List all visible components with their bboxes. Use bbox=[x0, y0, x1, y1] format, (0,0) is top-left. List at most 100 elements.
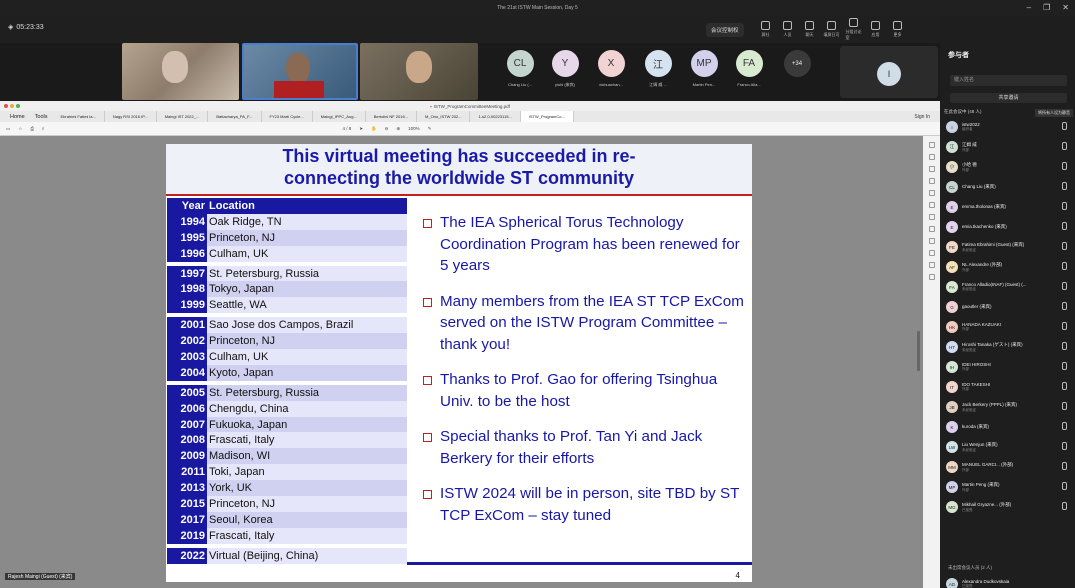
participant-item[interactable]: HK HANADA KAZUAKI 外部 bbox=[946, 317, 1071, 337]
doc-tab[interactable]: FY23 Martí Cycle... bbox=[262, 111, 313, 122]
participant-item[interactable]: AD Alexandra Dudkovskaia 已接受 bbox=[946, 574, 1071, 588]
participant-item[interactable]: MM MANUEL GARCI... (外部) 外部 bbox=[946, 457, 1071, 477]
doc-tab[interactable]: M_Ono_ISTW 202... bbox=[417, 111, 471, 122]
maximize-icon[interactable]: ❐ bbox=[1043, 3, 1050, 12]
attendee-avatar-3[interactable]: 江江姆 威 ... bbox=[643, 50, 673, 88]
doc-tab[interactable]: Bertolini NF 2016... bbox=[366, 111, 418, 122]
doc-tab[interactable]: Ebrahimi Fatimi la... bbox=[53, 111, 105, 122]
zoom-in-icon[interactable]: ⊕ bbox=[396, 126, 400, 132]
participant-role: 未经验证 bbox=[962, 447, 976, 452]
participant-item[interactable]: 小小哈 德外部 bbox=[946, 157, 1071, 177]
tool-icon[interactable] bbox=[928, 166, 935, 172]
doc-tab-active[interactable]: ISTW_ProgramCo... bbox=[520, 111, 574, 122]
hand-tool-icon[interactable]: ✋ bbox=[371, 126, 377, 132]
participant-item[interactable]: Iistw2022 组织者 bbox=[946, 117, 1071, 137]
close-dot[interactable] bbox=[4, 104, 8, 108]
share-invite-button[interactable]: 共享邀请 bbox=[950, 93, 1067, 103]
participant-item[interactable]: IT IDO TAKESHI 外部 bbox=[946, 377, 1071, 397]
video-tile-active[interactable] bbox=[242, 43, 358, 100]
self-view[interactable]: I bbox=[840, 46, 938, 98]
tool-icon[interactable] bbox=[928, 178, 935, 184]
location-cell: Princeton, NJ bbox=[207, 229, 407, 246]
tool-icon[interactable] bbox=[928, 250, 935, 256]
tool-icon[interactable] bbox=[928, 262, 935, 268]
participant-item[interactable]: 江江姆 威外部 bbox=[946, 137, 1071, 157]
tool-icon[interactable] bbox=[928, 202, 935, 208]
attendee-avatar-4[interactable]: MP Martin Pen... bbox=[689, 50, 719, 87]
participant-item[interactable]: MG Mikhail Gryazne... (外部) 已接受 bbox=[946, 497, 1071, 517]
attendee-avatar-2[interactable]: Xxiuhuachan... bbox=[596, 50, 626, 87]
participant-item[interactable]: IH IDEI HIROSHI 外部 bbox=[946, 357, 1071, 377]
participant-item[interactable]: Ggaoutler (来宾) bbox=[946, 297, 1071, 317]
meeting-control-button[interactable]: 会议控制权 bbox=[706, 22, 744, 37]
toolbar-item-3[interactable]: 填屏日可 bbox=[824, 21, 840, 38]
header-location: Location bbox=[207, 198, 407, 214]
toolbar-item-6[interactable]: 更多 bbox=[890, 21, 906, 38]
participant-avatar: 江 bbox=[946, 141, 958, 153]
attendee-avatar-1[interactable]: Yyiuhi (来宾) bbox=[550, 50, 580, 88]
tool-icon[interactable] bbox=[928, 274, 935, 280]
not-attended-section[interactable]: 未出席会议人员 (2 人) bbox=[948, 565, 992, 571]
attendee-avatar-5[interactable]: FA Franco Alla... bbox=[734, 50, 764, 87]
toolbar-item-2[interactable]: 聊天 bbox=[802, 21, 818, 38]
toolbar-item-5[interactable]: 应用 bbox=[868, 21, 884, 38]
doc-tab[interactable]: Maingi IST 2022_... bbox=[157, 111, 209, 122]
in-meeting-section[interactable]: 在此会议中 (48 人) bbox=[944, 109, 982, 115]
participant-item[interactable]: FE Fatima Ebrahimi (Guest) (来宾) 未经验证 bbox=[946, 237, 1071, 257]
toolbar-item-1[interactable]: 人员 bbox=[780, 21, 796, 38]
close-icon[interactable]: ✕ bbox=[1062, 3, 1069, 12]
participant-item[interactable]: CL Chang Liu (来宾) bbox=[946, 177, 1071, 197]
tool-icon[interactable] bbox=[928, 226, 935, 232]
toolbar-item-0[interactable]: 屏社 bbox=[758, 21, 774, 38]
tool-icon[interactable] bbox=[928, 214, 935, 220]
tool-icon[interactable] bbox=[928, 154, 935, 160]
doc-tab[interactable]: Nagy RSI 2016 IP... bbox=[105, 111, 157, 122]
participant-item[interactable]: MP Martin Peng (来宾) 外部 bbox=[946, 477, 1071, 497]
location-cell: Seattle, WA bbox=[207, 297, 407, 314]
save-icon[interactable]: ▭ bbox=[6, 126, 10, 132]
star-icon[interactable]: ☆ bbox=[18, 126, 22, 132]
participant-item[interactable]: JB Jack Berkery (PPPL) (来宾) 未经验证 bbox=[946, 397, 1071, 417]
max-dot[interactable] bbox=[16, 104, 20, 108]
tool-icon[interactable] bbox=[928, 190, 935, 196]
video-tile-1[interactable] bbox=[122, 43, 239, 100]
table-row: 2004 Kyoto, Japan bbox=[167, 364, 407, 381]
zoom-out-icon[interactable]: ⊖ bbox=[385, 126, 389, 132]
participant-item[interactable]: Kkuroda (来宾) bbox=[946, 417, 1071, 437]
tool-icon[interactable] bbox=[928, 238, 935, 244]
more-attendees[interactable]: +34 bbox=[782, 50, 812, 77]
doc-tab[interactable]: 1-s2.0-00223115... bbox=[470, 111, 521, 122]
participant-item[interactable]: Eemma.tholonas (来宾) bbox=[946, 197, 1071, 217]
doc-tab[interactable]: Maingi_IPPC_Aug... bbox=[313, 111, 366, 122]
zoom-level[interactable]: 100% bbox=[408, 126, 420, 131]
window-dots bbox=[4, 104, 20, 108]
scrollbar-thumb[interactable] bbox=[917, 331, 920, 371]
zoom-search-icon[interactable]: ⌕ bbox=[42, 126, 45, 131]
participant-item[interactable]: FA Franco Alladio(INAF) (Guest) (... 未经验证 bbox=[946, 277, 1071, 297]
tab-tools[interactable]: Tools bbox=[30, 111, 53, 122]
mute-all-button[interactable]: 将所有人设为静音 bbox=[1035, 109, 1073, 117]
location-cell: Tokyo, Japan bbox=[207, 281, 407, 298]
print-icon[interactable]: ⎙ bbox=[30, 126, 34, 131]
doc-tab[interactable]: Battacharya_PA_F... bbox=[208, 111, 262, 122]
participant-search-input[interactable]: 键入姓名 bbox=[950, 75, 1067, 86]
tab-home[interactable]: Home bbox=[5, 111, 30, 122]
table-row: 2015 Princeton, NJ bbox=[167, 496, 407, 512]
participant-item[interactable]: Eemia.tkachenko (来宾) bbox=[946, 217, 1071, 237]
toolbar-item-4[interactable]: 分组讨论室 bbox=[846, 18, 862, 41]
meeting-time: 05:23:33 bbox=[16, 23, 44, 31]
tool-icon[interactable] bbox=[928, 142, 935, 148]
attendee-avatar-0[interactable]: CL Chang Liu (... bbox=[505, 50, 535, 87]
page-indicator[interactable]: 4 / 8 bbox=[342, 126, 351, 131]
comment-icon[interactable]: ✎ bbox=[428, 126, 432, 132]
minimize-icon[interactable]: – bbox=[1027, 3, 1031, 12]
participant-item[interactable]: AF NL Alexandre (外部) 外部 bbox=[946, 257, 1071, 277]
mic-muted-icon bbox=[1062, 202, 1067, 210]
sign-in-link[interactable]: Sign In bbox=[914, 114, 930, 120]
participant-avatar: 小 bbox=[946, 161, 958, 173]
cursor-icon[interactable]: ➤ bbox=[359, 126, 363, 132]
participant-item[interactable]: LW Liu Wenjun (来宾) 未经验证 bbox=[946, 437, 1071, 457]
min-dot[interactable] bbox=[10, 104, 14, 108]
participant-item[interactable]: HT Hiroshi Tanaka (ゲスト) (来宾) 未经验证 bbox=[946, 337, 1071, 357]
video-tile-3[interactable] bbox=[360, 43, 478, 100]
